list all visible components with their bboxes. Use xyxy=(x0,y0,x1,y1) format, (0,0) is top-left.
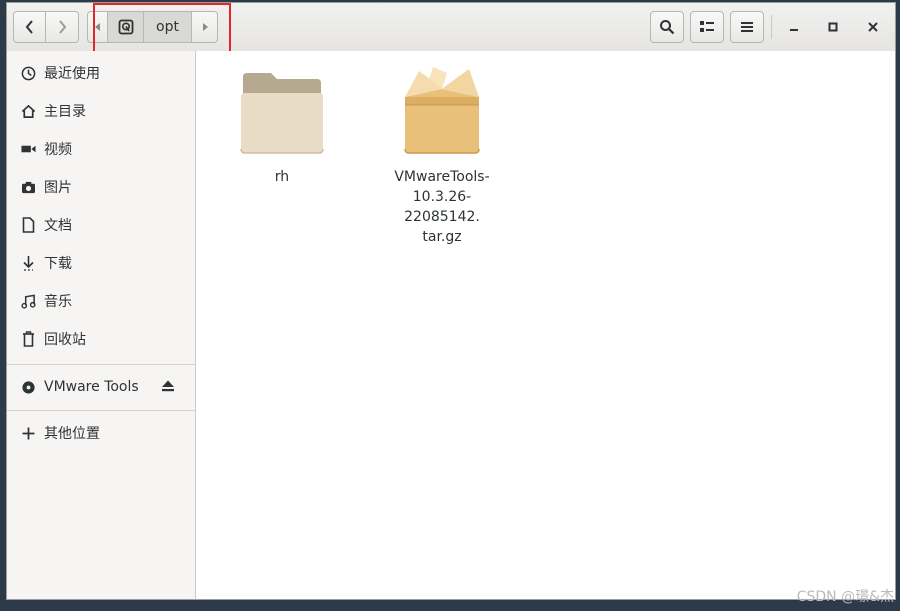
sidebar-item-label: 文档 xyxy=(44,218,72,234)
list-view-icon xyxy=(700,21,714,32)
sidebar-item-recent[interactable]: 最近使用 xyxy=(7,54,195,92)
disc-icon xyxy=(20,379,36,395)
triangle-left-icon xyxy=(94,23,100,31)
folder-icon xyxy=(240,73,324,154)
search-icon xyxy=(660,20,675,35)
sidebar-item-label: 其他位置 xyxy=(44,426,100,442)
back-button[interactable] xyxy=(13,11,46,43)
sidebar-item-label: 音乐 xyxy=(44,294,72,310)
camera-icon xyxy=(20,179,36,195)
home-icon xyxy=(20,103,36,119)
chevron-right-icon xyxy=(59,20,67,34)
plus-icon xyxy=(20,425,36,441)
sidebar-divider xyxy=(7,364,195,365)
drive-icon xyxy=(118,19,133,35)
minimize-icon xyxy=(790,29,798,31)
file-item-archive[interactable]: VMwareTools- 10.3.26-22085142. tar.gz xyxy=(382,65,502,247)
archive-package-icon xyxy=(404,67,480,154)
eject-icon[interactable] xyxy=(161,379,175,397)
sidebar-item-label: 下载 xyxy=(44,256,72,272)
download-icon xyxy=(20,255,36,271)
sidebar-item-documents[interactable]: 文档 xyxy=(7,206,195,244)
video-icon xyxy=(20,141,36,157)
file-view: rh VMwareTools- 10.3.26-22085142. tar.gz xyxy=(196,51,895,599)
triangle-right-icon xyxy=(202,23,208,31)
file-name-line: tar.gz xyxy=(422,229,462,245)
recent-icon xyxy=(20,65,36,81)
sidebar-item-label: 视频 xyxy=(44,142,72,158)
forward-button[interactable] xyxy=(46,11,79,43)
hamburger-menu-icon xyxy=(741,22,753,32)
close-icon xyxy=(868,22,878,32)
path-bar: opt xyxy=(87,11,218,43)
sidebar-item-music[interactable]: 音乐 xyxy=(7,282,195,320)
sidebar-item-label: 最近使用 xyxy=(44,66,100,82)
minimize-button[interactable] xyxy=(781,15,807,39)
sidebar-item-downloads[interactable]: 下载 xyxy=(7,244,195,282)
sidebar-item-label: 回收站 xyxy=(44,332,86,348)
path-scroll-right-button[interactable] xyxy=(192,11,218,43)
menu-button[interactable] xyxy=(730,11,764,43)
sidebar-divider xyxy=(7,410,195,411)
view-toggle-button[interactable] xyxy=(690,11,724,43)
path-scroll-left-button[interactable] xyxy=(87,11,108,43)
header-bar: opt xyxy=(7,3,895,69)
sidebar-item-pictures[interactable]: 图片 xyxy=(7,168,195,206)
header-separator xyxy=(771,15,772,39)
sidebar-item-trash[interactable]: 回收站 xyxy=(7,320,195,358)
file-name-line: 10.3.26-22085142. xyxy=(404,189,480,225)
sidebar-item-vmware-tools[interactable]: VMware Tools xyxy=(7,368,195,406)
file-name-line: VMwareTools- xyxy=(394,169,490,185)
search-button[interactable] xyxy=(650,11,684,43)
document-icon xyxy=(20,217,36,233)
maximize-icon xyxy=(828,22,838,32)
file-name: rh xyxy=(274,169,290,185)
sidebar-item-other-locations[interactable]: 其他位置 xyxy=(7,414,195,452)
chevron-left-icon xyxy=(25,20,33,34)
path-root-button[interactable] xyxy=(108,11,144,43)
file-manager-window: opt 最近使用 主目录 视频 图片 文档 下载 音乐 回收站 VMware T… xyxy=(6,2,896,600)
sidebar: 最近使用 主目录 视频 图片 文档 下载 音乐 回收站 VMware Tools… xyxy=(7,51,196,599)
close-button[interactable] xyxy=(860,15,886,39)
sidebar-item-home[interactable]: 主目录 xyxy=(7,92,195,130)
trash-icon xyxy=(20,331,36,347)
path-current-button[interactable]: opt xyxy=(144,11,192,43)
sidebar-item-videos[interactable]: 视频 xyxy=(7,130,195,168)
sidebar-item-label: 主目录 xyxy=(44,104,86,120)
file-item-folder[interactable]: rh xyxy=(222,69,342,187)
navigation-buttons xyxy=(13,11,79,43)
watermark: CSDN @璟&杰 xyxy=(796,589,894,605)
maximize-button[interactable] xyxy=(820,15,846,39)
file-name: VMwareTools- 10.3.26-22085142. tar.gz xyxy=(382,167,502,247)
music-icon xyxy=(20,293,36,309)
sidebar-item-label: VMware Tools xyxy=(44,379,139,395)
sidebar-item-label: 图片 xyxy=(44,180,72,196)
